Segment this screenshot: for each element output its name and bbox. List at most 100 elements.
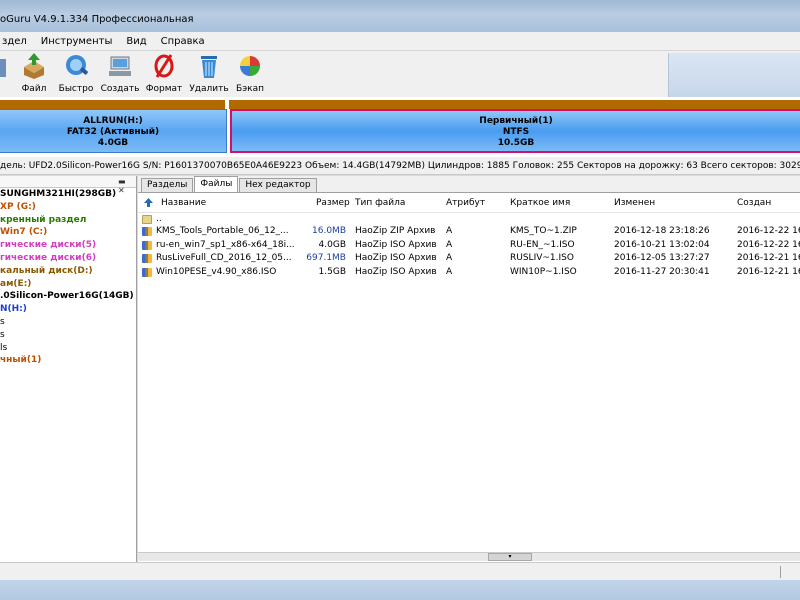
archive-icon <box>142 267 152 277</box>
toolbar-create-button[interactable]: Создать <box>100 53 140 94</box>
toolbar-create-label: Создать <box>100 84 140 94</box>
tree-item[interactable]: SUNGHM321HI(298GB) <box>0 188 136 201</box>
cell-size: 16.0MB <box>312 226 346 236</box>
table-row[interactable]: Win10PESE_v4.90_x86.ISO 1.5GB HaoZip ISO А… <box>138 266 800 280</box>
cell-modified: 2016-10-21 13:02:04 <box>614 239 710 250</box>
tree-item[interactable]: кренный раздел <box>0 214 136 227</box>
archive-icon <box>142 227 152 236</box>
cell-size: 1.5GB <box>318 266 346 277</box>
tree-items: SUNGHM321HI(298GB) XP (G:) кренный раздел W… <box>0 188 136 367</box>
cell-modified: 2016-11-27 20:30:41 <box>614 266 710 277</box>
toolbar-backup-label: Бэкап <box>236 84 264 94</box>
cell-attr: A <box>446 239 453 250</box>
tab-partitions[interactable]: Разделы <box>141 178 194 192</box>
cell-type: HaoZip ZIP Архив <box>355 226 436 236</box>
toolbar: Файл Быстро Создать Формат Удалить Бэкап <box>0 50 800 97</box>
table-row[interactable]: KMS_Tools_Portable_06_12_... 16.0MB HaoZip… <box>138 225 800 239</box>
cell-short: KMS_TO~1.ZIP <box>510 226 577 236</box>
partition-allrun-size: 4.0GB <box>97 138 129 148</box>
tree-item[interactable]: s <box>0 329 136 342</box>
cell-created: 2016-12-22 16:4 <box>737 239 800 250</box>
partition-allrun[interactable]: ALLRUN(H:) FAT32 (Активный) 4.0GB <box>0 109 227 153</box>
horizontal-scrollbar[interactable]: ▾ <box>138 552 800 561</box>
cell-size: 697.1MB <box>306 253 346 263</box>
col-attr[interactable]: Атрибут <box>446 198 485 208</box>
cell-name: KMS_Tools_Portable_06_12_... <box>156 226 289 236</box>
quick-icon <box>66 55 88 75</box>
cell-modified: 2016-12-05 13:27:27 <box>614 253 710 263</box>
tree-item[interactable]: гические диски(6) <box>0 252 136 265</box>
partition-allrun-fs: FAT32 (Активный) <box>66 127 160 137</box>
col-name[interactable]: Название <box>161 198 206 208</box>
up-folder-icon[interactable] <box>144 198 153 207</box>
pin-icon[interactable]: ▬ ✕ <box>118 177 132 195</box>
cell-type: HaoZip ISO Архив <box>355 253 437 263</box>
disk-map: ALLRUN(H:) FAT32 (Активный) 4.0GB Первич… <box>0 97 800 157</box>
tree-item[interactable]: XP (G:) <box>0 201 136 214</box>
toolbar-format-button[interactable]: Формат <box>144 53 184 94</box>
col-type[interactable]: Тип файла <box>355 198 405 208</box>
toolbar-delete-label: Удалить <box>189 84 229 94</box>
cell-short: WIN10P~1.ISO <box>510 266 577 277</box>
partition-primary[interactable]: Первичный(1) NTFS 10.5GB <box>230 109 800 153</box>
backup-icon <box>240 56 260 76</box>
partition-primary-size: 10.5GB <box>497 138 535 148</box>
toolbar-backup-button[interactable]: Бэкап <box>230 53 270 94</box>
window-title: oGuru V4.9.1.334 Профессиональная <box>0 14 194 25</box>
table-row[interactable]: RusLiveFull_CD_2016_12_05... 697.1MB HaoZi… <box>138 252 800 266</box>
cell-modified: 2016-12-18 23:18:26 <box>614 226 710 236</box>
cell-short: RU-EN_~1.ISO <box>510 239 575 250</box>
cell-attr: A <box>446 266 453 277</box>
cell-created: 2016-12-21 16:2 <box>737 253 800 263</box>
tab-files[interactable]: Файлы <box>194 176 239 192</box>
tab-hex-editor[interactable]: Hex редактор <box>239 178 317 192</box>
cell-name: Win10PESE_v4.90_x86.ISO <box>156 266 277 277</box>
tree-item[interactable]: N(H:) <box>0 303 136 316</box>
file-list: KMS_Tools_Portable_06_12_... 16.0MB HaoZip… <box>138 225 800 279</box>
archive-icon <box>142 254 152 263</box>
tree-item[interactable]: чный(1) <box>0 354 136 367</box>
toolbar-format-label: Формат <box>145 84 183 94</box>
parent-folder-row[interactable]: .. <box>138 213 800 225</box>
trash-icon <box>201 56 217 78</box>
menu-partition[interactable]: здел <box>2 36 27 47</box>
status-divider <box>780 566 781 578</box>
cell-short: RUSLIV~1.ISO <box>510 253 574 263</box>
table-row[interactable]: ru-en_win7_sp1_x86-x64_18i... 4.0GB HaoZip… <box>138 239 800 253</box>
disk-bar-right <box>229 100 800 109</box>
tree-item[interactable]: ls <box>0 342 136 355</box>
tree-item[interactable]: гические диски(5) <box>0 239 136 252</box>
file-icon <box>24 53 44 79</box>
tab-bar: Разделы Файлы Hex редактор <box>138 176 800 193</box>
tree-header: ▬ ✕ <box>0 176 136 195</box>
toolbar-quick-label: Быстро <box>58 84 94 94</box>
tree-item[interactable]: .0Silicon-Power16G(14GB) <box>0 290 136 303</box>
menu-help[interactable]: Справка <box>161 36 205 47</box>
tree-item[interactable]: Win7 (C:) <box>0 226 136 239</box>
toolbar-banner <box>668 53 800 97</box>
column-headers: Название Размер Тип файла Атрибут Кратко… <box>138 193 800 213</box>
partition-allrun-name: ALLRUN(H:) <box>83 116 143 126</box>
toolbar-delete-button[interactable]: Удалить <box>189 53 229 94</box>
cell-created: 2016-12-22 16:4 <box>737 226 800 236</box>
status-bar <box>0 562 800 580</box>
parent-folder-label: .. <box>156 214 162 224</box>
toolbar-file-button[interactable]: Файл <box>14 53 54 94</box>
menu-view[interactable]: Вид <box>126 36 146 47</box>
cell-created: 2016-12-21 16:2 <box>737 266 800 277</box>
tree-item[interactable]: s <box>0 316 136 329</box>
toolbar-file-label: Файл <box>21 84 47 94</box>
col-short-name[interactable]: Краткое имя <box>510 198 570 208</box>
disk-bar-left <box>0 100 225 109</box>
menu-tools[interactable]: Инструменты <box>41 36 113 47</box>
partition-primary-name: Первичный(1) <box>479 116 553 126</box>
scroll-thumb[interactable]: ▾ <box>488 553 532 561</box>
col-created[interactable]: Создан <box>737 198 771 208</box>
title-bar[interactable]: oGuru V4.9.1.334 Профессиональная <box>0 0 800 32</box>
tree-item[interactable]: ам(E:) <box>0 278 136 291</box>
col-modified[interactable]: Изменен <box>614 198 655 208</box>
toolbar-quick-button[interactable]: Быстро <box>56 53 96 94</box>
tree-item[interactable]: кальный диск(D:) <box>0 265 136 278</box>
cell-attr: A <box>446 226 453 236</box>
col-size[interactable]: Размер <box>316 198 350 208</box>
